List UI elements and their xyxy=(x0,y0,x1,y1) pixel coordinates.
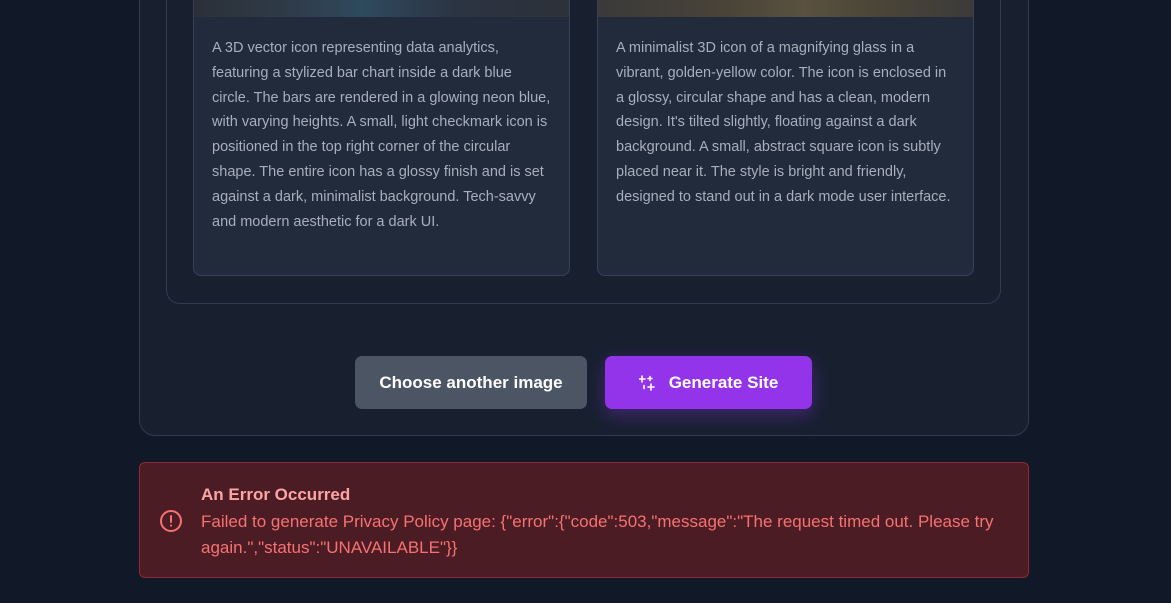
error-title: An Error Occurred xyxy=(201,485,351,504)
image-thumbnail xyxy=(194,0,569,17)
choose-another-image-button[interactable]: Choose another image xyxy=(355,356,587,409)
image-description-card: A 3D vector icon representing data analy… xyxy=(193,0,570,276)
alert-circle-icon xyxy=(159,509,183,533)
image-description-text: A 3D vector icon representing data analy… xyxy=(212,40,551,230)
generate-site-label: Generate Site xyxy=(668,372,779,392)
image-thumbnail xyxy=(598,0,973,17)
choose-another-image-label: Choose another image xyxy=(379,372,563,392)
image-description-card: A minimalist 3D icon of a magnifying gla… xyxy=(597,0,974,276)
error-alert: An Error Occurred Failed to generate Pri… xyxy=(139,462,1029,578)
sparkle-icon xyxy=(638,374,655,391)
error-message: Failed to generate Privacy Policy page: … xyxy=(201,512,994,557)
image-description-text: A minimalist 3D icon of a magnifying gla… xyxy=(616,40,951,205)
generate-site-button[interactable]: Generate Site xyxy=(605,356,812,409)
